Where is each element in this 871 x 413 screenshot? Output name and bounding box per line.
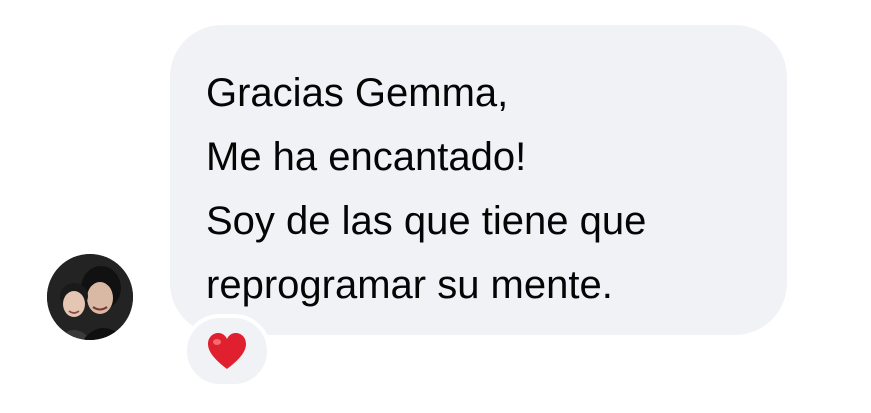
profile-photo-icon [47, 254, 133, 340]
message-line: Soy de las que tiene que [206, 199, 647, 243]
heart-icon [208, 333, 246, 369]
reaction-badge[interactable] [183, 314, 271, 388]
message-line: reprogramar su mente. [206, 263, 613, 307]
message-bubble[interactable]: Gracias Gemma, Me ha encantado! Soy de l… [170, 25, 787, 335]
sender-avatar[interactable] [47, 254, 133, 340]
message-line: Me ha encantado! [206, 135, 527, 179]
message-line: Gracias Gemma, [206, 71, 509, 115]
